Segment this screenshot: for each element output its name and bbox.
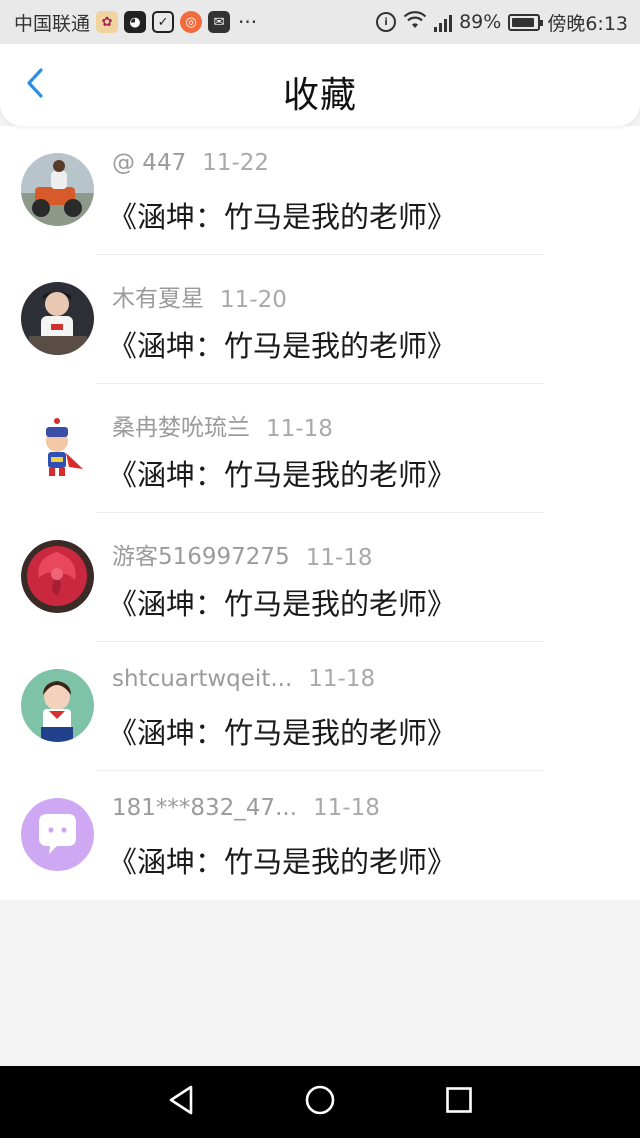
- item-meta: 木有夏星 11-20: [112, 279, 287, 313]
- avatar[interactable]: [21, 411, 94, 484]
- item-meta: 游客516997275 11-18: [112, 537, 373, 571]
- avatar[interactable]: [21, 669, 94, 742]
- date: 11-22: [202, 150, 270, 176]
- list-item[interactable]: 桑冉婪吮琉兰 11-18 《涵坤：竹马是我的老师》: [0, 384, 640, 513]
- more-notifications-icon: ···: [238, 10, 258, 34]
- page-title: 收藏: [282, 75, 357, 116]
- status-bar-right: i 89% 傍晚6:13: [376, 9, 628, 36]
- list-item[interactable]: @ 447 11-22 《涵坤：竹马是我的老师》: [0, 126, 640, 255]
- item-meta: shtcuartwqeit... 11-18: [112, 666, 375, 692]
- date: 11-20: [220, 287, 287, 313]
- wifi-icon: [403, 10, 427, 35]
- date: 11-18: [305, 545, 373, 571]
- username[interactable]: shtcuartwqeit...: [112, 666, 292, 692]
- book-title[interactable]: 《涵坤：竹马是我的老师》: [108, 581, 456, 623]
- nav-home-button[interactable]: [290, 1072, 350, 1132]
- username[interactable]: 木有夏星: [112, 279, 204, 313]
- date: 11-18: [308, 666, 376, 692]
- username[interactable]: 181***832_47...: [112, 795, 297, 821]
- mail-app-icon: ✉: [208, 11, 231, 33]
- book-title[interactable]: 《涵坤：竹马是我的老师》: [108, 452, 456, 494]
- data-saver-icon: i: [376, 12, 397, 32]
- carrier-label: 中国联通: [14, 12, 91, 35]
- battery-icon: [508, 13, 544, 31]
- square-recents-icon: [445, 1086, 473, 1118]
- app-notification-icon: ✿: [96, 11, 119, 33]
- cell-signal-icon: [434, 12, 453, 32]
- favorites-list: @ 447 11-22 《涵坤：竹马是我的老师》 木有夏星 11-20 《涵坤：竹马…: [0, 126, 640, 900]
- battery-percent: 89%: [459, 11, 502, 33]
- avatar[interactable]: [21, 540, 94, 613]
- circle-home-icon: [304, 1084, 336, 1120]
- item-meta: 桑冉婪吮琉兰 11-18: [112, 408, 333, 442]
- username[interactable]: 游客516997275: [112, 537, 290, 571]
- avatar[interactable]: [21, 282, 94, 355]
- date: 11-18: [313, 795, 380, 821]
- list-item[interactable]: 181***832_47... 11-18 《涵坤：竹马是我的老师》: [0, 771, 640, 900]
- book-title[interactable]: 《涵坤：竹马是我的老师》: [108, 323, 456, 365]
- list-item[interactable]: 木有夏星 11-20 《涵坤：竹马是我的老师》: [0, 255, 640, 384]
- qq-icon: ◕: [124, 11, 147, 33]
- nav-recents-button[interactable]: [429, 1072, 489, 1132]
- clock: 傍晚6:13: [547, 12, 628, 35]
- nav-back-button[interactable]: [151, 1072, 211, 1132]
- book-title[interactable]: 《涵坤：竹马是我的老师》: [108, 710, 456, 752]
- check-app-icon: ✓: [152, 11, 175, 33]
- avatar[interactable]: [21, 798, 94, 871]
- status-bar: 中国联通 ✿ ◕ ✓ ◎ ✉ ··· i 89% 傍晚6:13: [0, 0, 640, 44]
- date: 11-18: [266, 416, 333, 442]
- app-header: 收藏: [0, 44, 640, 126]
- item-meta: 181***832_47... 11-18: [112, 795, 380, 821]
- book-title[interactable]: 《涵坤：竹马是我的老师》: [108, 839, 456, 881]
- item-meta: @ 447 11-22: [112, 150, 269, 176]
- book-title[interactable]: 《涵坤：竹马是我的老师》: [108, 194, 456, 236]
- avatar[interactable]: [21, 153, 94, 226]
- triangle-back-icon: [167, 1084, 195, 1120]
- list-item[interactable]: shtcuartwqeit... 11-18 《涵坤：竹马是我的老师》: [0, 642, 640, 771]
- username[interactable]: @ 447: [112, 150, 186, 176]
- system-nav-bar: [0, 1066, 640, 1138]
- list-item[interactable]: 游客516997275 11-18 《涵坤：竹马是我的老师》: [0, 513, 640, 642]
- username[interactable]: 桑冉婪吮琉兰: [112, 408, 250, 442]
- weibo-icon: ◎: [180, 11, 203, 33]
- status-bar-left: 中国联通 ✿ ◕ ✓ ◎ ✉ ···: [14, 9, 257, 36]
